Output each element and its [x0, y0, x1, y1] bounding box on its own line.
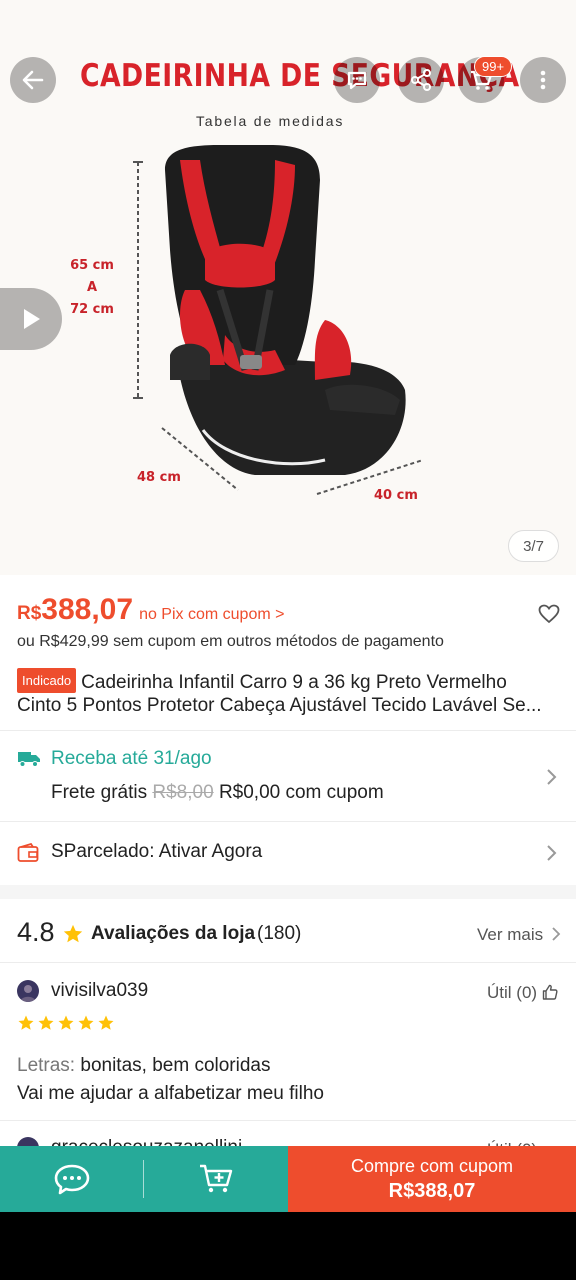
see-more-label: Ver mais [477, 925, 544, 944]
star-icon [63, 924, 83, 943]
width-dimension-label: 48 cm [137, 470, 181, 485]
bottom-action-bar: Compre com cupom R$388,07 [0, 1146, 576, 1212]
shipping-row[interactable]: Receba até 31/ago Frete grátis R$8,00 R$… [17, 745, 562, 811]
wallet-icon [17, 843, 39, 862]
product-title-line2: Cinto 5 Pontos Protetor Cabeça Ajustável… [17, 695, 542, 716]
chat-header-button[interactable] [334, 57, 380, 103]
share-button[interactable] [398, 57, 444, 103]
product-title-line1: Cadeirinha Infantil Carro 9 a 36 kg Pret… [81, 672, 507, 693]
recommended-badge: Indicado [17, 668, 77, 693]
height-dimension-label: 65 cm A 72 cm [70, 255, 114, 321]
heart-icon [538, 604, 560, 624]
ratings-count: (180) [257, 923, 302, 944]
depth-dimension-label: 40 cm [374, 488, 418, 503]
star-icon [78, 1015, 94, 1030]
pix-coupon-link[interactable]: no Pix com cupom > [139, 606, 284, 624]
product-image-carousel[interactable]: CADEIRINHA DE SEGURANÇA Tabela de medida… [0, 0, 576, 575]
price-section: R$ 388,07 no Pix com cupom > ou R$429,99… [17, 593, 562, 651]
review-body: Vai me ajudar a alfabetizar meu filho [17, 1083, 324, 1104]
shipping-detail: Frete grátis R$8,00 R$0,00 com cupom [51, 782, 384, 804]
useful-button[interactable]: Útil (0) [487, 983, 558, 1003]
see-more-link[interactable]: Ver mais [477, 925, 561, 945]
rating-score: 4.8 [17, 917, 55, 947]
divider [0, 730, 576, 731]
review-field-label: Letras: [17, 1055, 76, 1076]
avatar[interactable] [17, 980, 39, 1002]
back-button[interactable] [10, 57, 56, 103]
review-field-value: bonitas, bem coloridas [80, 1055, 271, 1076]
useful-label: Útil (0) [487, 983, 538, 1002]
price-value: 388,07 [41, 593, 134, 626]
system-navigation-bar [0, 1212, 576, 1280]
section-gap [0, 885, 576, 899]
star-icon [98, 1015, 114, 1030]
price-row[interactable]: R$ 388,07 no Pix com cupom > [17, 593, 562, 627]
arrow-left-icon [22, 70, 44, 90]
new-shipping-price: R$0,00 com cupom [218, 782, 384, 803]
bottom-bar-left [0, 1146, 288, 1212]
add-cart-icon [200, 1164, 233, 1193]
star-icon [18, 1015, 34, 1030]
height-max-text: 72 cm [70, 302, 114, 317]
old-shipping-price: R$8,00 [152, 782, 214, 803]
chat-seller-button[interactable] [0, 1146, 143, 1212]
alternative-price-text: ou R$429,99 sem cupom em outros métodos … [17, 633, 444, 650]
divider [0, 962, 576, 963]
installments-text: SParcelado: Ativar Agora [51, 841, 263, 862]
play-icon [24, 309, 40, 329]
review-text: Letras: bonitas, bem coloridas Vai me aj… [17, 1052, 324, 1108]
star-icon [38, 1015, 54, 1030]
image-subtitle-text: Tabela de medidas [196, 113, 345, 129]
divider [0, 1120, 576, 1121]
favorite-button[interactable] [538, 604, 560, 629]
installments-row[interactable]: SParcelado: Ativar Agora [17, 840, 562, 868]
chevron-right-icon [547, 845, 557, 861]
car-seat-illustration [133, 145, 424, 495]
image-title-text: CADEIRINHA DE SEGURANÇA [80, 58, 520, 94]
buy-button-label: Compre com cupom [350, 1155, 514, 1176]
product-page: CADEIRINHA DE SEGURANÇA Tabela de medida… [0, 0, 576, 1212]
review-username: vivisilva039 [51, 980, 149, 1001]
store-ratings-row: 4.8 Avaliações da loja (180) Ver mais [17, 917, 562, 951]
chat-icon [347, 71, 367, 90]
chat-icon [54, 1164, 89, 1195]
chevron-right-icon [547, 769, 557, 785]
user-avatar-icon [20, 985, 36, 1002]
height-sep-text: A [86, 280, 98, 295]
add-to-cart-button[interactable] [144, 1146, 288, 1212]
more-vertical-icon [540, 70, 546, 90]
chevron-right-icon [552, 927, 561, 941]
image-counter: 3/7 [508, 530, 559, 562]
share-icon [411, 69, 431, 91]
delivery-truck-icon [18, 752, 40, 767]
play-video-button[interactable] [0, 288, 62, 350]
review-stars [17, 1014, 115, 1032]
price-currency: R$ [17, 603, 42, 624]
delivery-date-text: Receba até 31/ago [51, 748, 212, 769]
star-icon [58, 1015, 74, 1030]
buy-with-coupon-button[interactable]: Compre com cupom R$388,07 [288, 1146, 576, 1212]
buy-button-price: R$388,07 [388, 1179, 476, 1202]
divider [0, 821, 576, 822]
product-title: Indicado Cadeirinha Infantil Carro 9 a 36… [17, 668, 562, 717]
more-options-button[interactable] [520, 57, 566, 103]
free-shipping-label: Frete grátis [51, 782, 148, 803]
ratings-label: Avaliações da loja [91, 923, 256, 944]
cart-count-badge: 99+ [474, 56, 513, 77]
thumbs-up-icon [542, 984, 558, 1000]
height-min-text: 65 cm [70, 258, 114, 273]
